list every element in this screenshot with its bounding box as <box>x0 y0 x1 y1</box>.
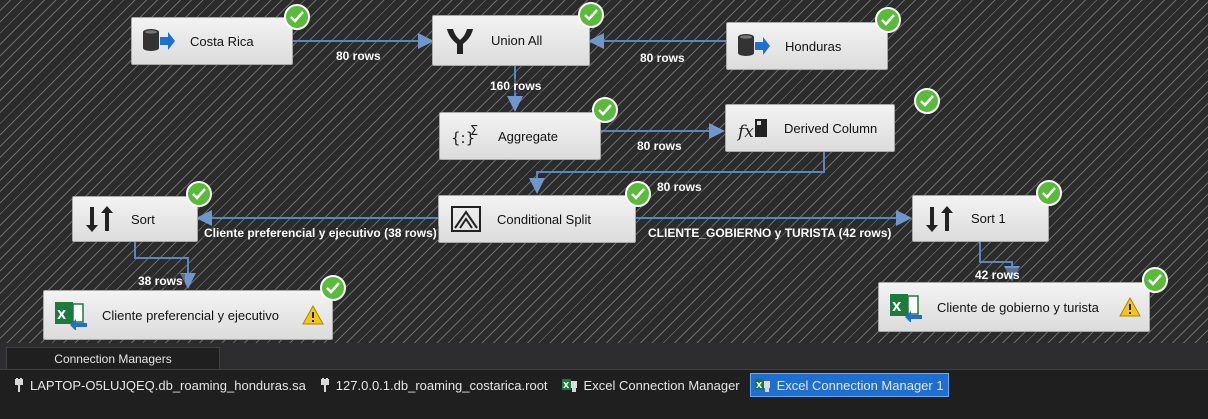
success-check-icon <box>1142 267 1168 293</box>
component-label: Derived Column <box>784 120 878 136</box>
path-label-sort-rows[interactable]: 38 rows <box>136 274 185 288</box>
union-all-icon <box>447 28 473 54</box>
component-label: Conditional Split <box>497 211 591 227</box>
oledb-connection-icon <box>15 378 23 392</box>
warning-icon[interactable] <box>302 305 324 325</box>
success-check-icon <box>875 7 901 33</box>
svg-text:X: X <box>892 300 902 314</box>
derived-column-transform[interactable]: fx Derived Column <box>725 104 895 152</box>
connection-label: Excel Connection Manager 1 <box>776 377 944 393</box>
path-label-derived-rows[interactable]: 80 rows <box>655 180 704 194</box>
component-label: Cliente preferencial y ejecutivo <box>102 307 280 323</box>
path-label-aggregate-rows[interactable]: 80 rows <box>635 139 684 153</box>
success-check-icon <box>320 275 346 301</box>
aggregate-icon: {:} Σ <box>451 124 478 147</box>
component-label: Sort <box>131 211 155 227</box>
path-label-sort1-rows[interactable]: 42 rows <box>973 268 1022 282</box>
component-label: Union All <box>491 33 543 48</box>
data-flow-canvas[interactable]: Costa Rica Union All Honduras {:} Σ Aggr… <box>0 0 1208 343</box>
costa-rica-source[interactable]: Costa Rica <box>131 17 293 65</box>
connection-excel[interactable]: X Excel Connection Manager <box>561 374 740 396</box>
oledb-connection-icon <box>320 378 329 392</box>
success-check-icon <box>914 88 940 114</box>
connection-list: LAPTOP-O5LUJQEQ.db_roaming_honduras.sa 1… <box>0 373 949 397</box>
conditional-split-transform[interactable]: Conditional Split <box>438 195 636 243</box>
success-check-icon <box>592 97 618 123</box>
union-all-transform[interactable]: Union All <box>432 15 590 66</box>
component-label: Cliente de gobierno y turista <box>937 299 1099 315</box>
component-label: Honduras <box>785 38 842 54</box>
excel-destination-icon: X <box>55 302 87 330</box>
warning-icon[interactable] <box>1119 297 1141 317</box>
success-check-icon <box>625 181 651 207</box>
connection-managers-panel: Connection Managers LAPTOP-O5LUJQEQ.db_r… <box>0 343 1208 419</box>
success-check-icon <box>284 4 310 30</box>
panel-tab-strip: Connection Managers <box>0 343 1208 370</box>
excel-destination-icon: X <box>890 294 922 322</box>
tab-connection-managers[interactable]: Connection Managers <box>6 347 220 369</box>
component-label: Costa Rica <box>190 33 254 49</box>
component-label: Aggregate <box>498 128 558 144</box>
database-source-icon <box>143 29 175 51</box>
component-label: Sort 1 <box>971 211 1006 226</box>
honduras-source[interactable]: Honduras <box>726 22 888 70</box>
connection-label: LAPTOP-O5LUJQEQ.db_roaming_honduras.sa <box>30 377 306 393</box>
svg-text:X: X <box>563 381 570 390</box>
path-label-costa-rica-rows[interactable]: 80 rows <box>334 49 383 63</box>
conditional-split-icon <box>451 206 481 232</box>
connection-label: 127.0.0.1.db_roaming_costarica.root <box>335 377 548 393</box>
path-label-split-to-sort[interactable]: Cliente preferencial y ejecutivo (38 row… <box>202 226 439 240</box>
path-label-honduras-rows[interactable]: 80 rows <box>638 51 687 65</box>
success-check-icon <box>1036 180 1062 206</box>
svg-text:Σ: Σ <box>470 124 478 139</box>
svg-text:X: X <box>756 381 763 390</box>
aggregate-transform[interactable]: {:} Σ Aggregate <box>439 112 601 160</box>
sort-icon <box>926 205 953 232</box>
success-check-icon <box>186 181 212 207</box>
destination-cliente-preferencial[interactable]: X Cliente preferencial y ejecutivo <box>43 290 333 340</box>
sort-1-transform[interactable]: Sort 1 <box>912 195 1049 242</box>
excel-connection-icon: X <box>754 379 770 392</box>
destination-cliente-gobierno[interactable]: X Cliente de gobierno y turista <box>878 282 1150 332</box>
excel-connection-icon: X <box>561 379 577 392</box>
path-label-union-rows[interactable]: 160 rows <box>488 79 544 93</box>
svg-text:X: X <box>57 308 67 322</box>
success-check-icon <box>578 2 604 28</box>
sort-icon <box>86 206 113 232</box>
connection-honduras[interactable]: LAPTOP-O5LUJQEQ.db_roaming_honduras.sa <box>14 374 306 396</box>
derived-column-icon: fx <box>736 119 767 142</box>
svg-text:fx: fx <box>736 122 754 142</box>
tab-label: Connection Managers <box>54 351 172 366</box>
connection-costarica[interactable]: 127.0.0.1.db_roaming_costarica.root <box>320 374 548 396</box>
path-label-split-to-sort1[interactable]: CLIENTE_GOBIERNO y TURISTA (42 rows) <box>646 226 894 240</box>
sort-transform[interactable]: Sort <box>72 196 198 242</box>
connection-label: Excel Connection Manager <box>583 377 740 393</box>
connection-excel-1[interactable]: X Excel Connection Manager 1 <box>749 373 949 397</box>
database-source-icon <box>738 34 770 56</box>
